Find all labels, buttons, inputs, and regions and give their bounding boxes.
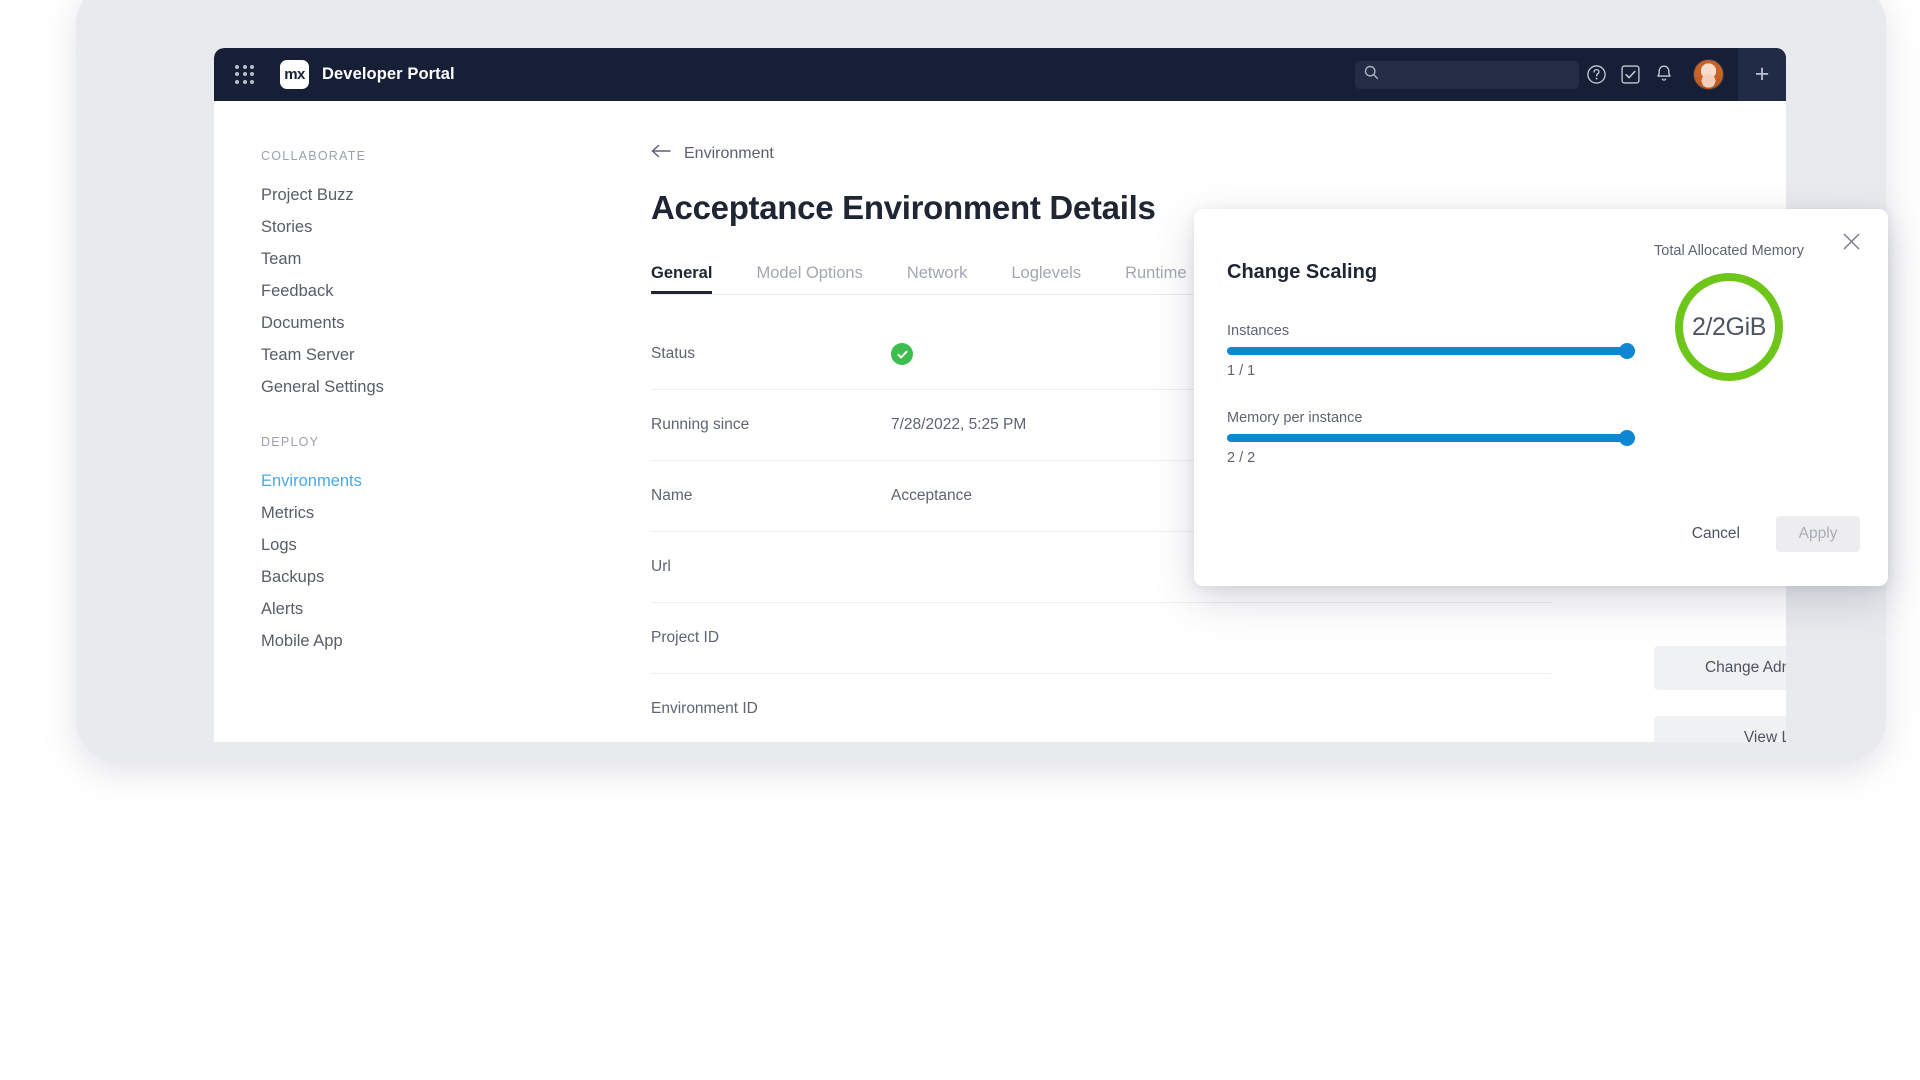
sidebar-item-logs[interactable]: Logs xyxy=(214,529,464,561)
total-allocated-memory-panel: Total Allocated Memory 2/2GiB xyxy=(1614,243,1844,381)
tab-model-options[interactable]: Model Options xyxy=(756,264,862,294)
sidebar-item-team-server[interactable]: Team Server xyxy=(214,339,464,371)
back-arrow-icon xyxy=(651,144,671,163)
topbar-actions: + xyxy=(1355,48,1786,101)
instances-slider-label: Instances xyxy=(1227,323,1290,339)
sidebar-item-documents[interactable]: Documents xyxy=(214,307,464,339)
table-row: Environment ID xyxy=(651,674,1551,742)
sidebar-item-backups[interactable]: Backups xyxy=(214,561,464,593)
search-box[interactable] xyxy=(1355,60,1579,89)
mendix-logo-icon: mx xyxy=(280,60,309,89)
dialog-title: Change Scaling xyxy=(1227,261,1378,283)
help-icon[interactable] xyxy=(1579,58,1613,92)
status-ok-icon xyxy=(891,343,913,365)
side-action-buttons: Change Admin Password View Live Log xyxy=(1654,646,1786,742)
sidebar-item-general-settings[interactable]: General Settings xyxy=(214,371,464,403)
breadcrumb-label: Environment xyxy=(684,144,774,162)
detail-label-status: Status xyxy=(651,345,695,362)
brand[interactable]: mx Developer Portal xyxy=(280,60,455,89)
detail-label-url: Url xyxy=(651,558,671,575)
user-avatar[interactable] xyxy=(1693,59,1724,90)
notifications-bell-icon[interactable] xyxy=(1647,58,1681,92)
memory-slider-label: Memory per instance xyxy=(1227,410,1363,426)
sidebar-item-project-buzz[interactable]: Project Buzz xyxy=(214,179,464,211)
tasks-checkbox-icon[interactable] xyxy=(1613,58,1647,92)
top-navigation-bar: mx Developer Portal + xyxy=(214,48,1786,101)
change-admin-password-button[interactable]: Change Admin Password xyxy=(1654,646,1786,690)
view-live-log-button[interactable]: View Live Log xyxy=(1654,716,1786,742)
memory-gauge-value: 2/2GiB xyxy=(1691,312,1767,341)
detail-value-name: Acceptance xyxy=(891,487,972,504)
tab-network[interactable]: Network xyxy=(907,264,968,294)
memory-slider-knob[interactable] xyxy=(1619,430,1635,446)
sidebar-item-environments[interactable]: Environments xyxy=(214,465,464,497)
sidebar-item-team[interactable]: Team xyxy=(214,243,464,275)
dialog-body: Instances 1 / 1 Memory per instance 2 / … xyxy=(1227,323,1635,497)
instances-slider-value: 1 / 1 xyxy=(1227,363,1256,379)
tab-runtime[interactable]: Runtime xyxy=(1125,264,1186,294)
sidebar-item-stories[interactable]: Stories xyxy=(214,211,464,243)
sidebar-item-metrics[interactable]: Metrics xyxy=(214,497,464,529)
detail-label-project-id: Project ID xyxy=(651,629,720,646)
tab-general[interactable]: General xyxy=(651,264,713,294)
memory-gauge-ring: 2/2GiB xyxy=(1675,273,1783,381)
instances-slider-group: Instances 1 / 1 xyxy=(1227,323,1635,379)
sidebar-item-alerts[interactable]: Alerts xyxy=(214,593,464,625)
dialog-footer: Cancel Apply xyxy=(1692,516,1860,552)
instances-slider[interactable] xyxy=(1227,343,1635,359)
sidebar-item-feedback[interactable]: Feedback xyxy=(214,275,464,307)
apply-button[interactable]: Apply xyxy=(1776,516,1860,552)
app-grid-icon[interactable] xyxy=(232,62,258,88)
detail-value-status xyxy=(891,343,913,365)
breadcrumb[interactable]: Environment xyxy=(651,144,1786,163)
detail-value-running-since: 7/28/2022, 5:25 PM xyxy=(891,416,1027,433)
tab-loglevels[interactable]: Loglevels xyxy=(1011,264,1081,294)
detail-label-environment-id: Environment ID xyxy=(651,700,758,717)
memory-slider-group: Memory per instance 2 / 2 xyxy=(1227,410,1635,466)
detail-label-name: Name xyxy=(651,487,693,504)
sidebar: COLLABORATE Project Buzz Stories Team Fe… xyxy=(214,101,464,657)
sidebar-section-title-collaborate: COLLABORATE xyxy=(261,149,367,163)
add-button[interactable]: + xyxy=(1738,48,1786,101)
brand-title: Developer Portal xyxy=(322,65,455,83)
search-input[interactable] xyxy=(1385,67,1560,82)
memory-slider-fill xyxy=(1227,434,1627,442)
instances-slider-fill xyxy=(1227,347,1627,355)
change-scaling-dialog: Change Scaling Instances 1 / 1 Memory pe… xyxy=(1194,209,1888,586)
search-icon xyxy=(1355,65,1379,85)
cancel-button[interactable]: Cancel xyxy=(1692,525,1740,543)
sidebar-item-mobile-app[interactable]: Mobile App xyxy=(214,625,464,657)
total-allocated-memory-label: Total Allocated Memory xyxy=(1654,243,1804,259)
sidebar-section-title-deploy: DEPLOY xyxy=(261,435,320,449)
detail-label-running-since: Running since xyxy=(651,416,750,433)
memory-slider[interactable] xyxy=(1227,430,1635,446)
memory-slider-value: 2 / 2 xyxy=(1227,450,1256,466)
table-row: Project ID xyxy=(651,603,1551,674)
browser-frame: mx Developer Portal + COLLABORATE Projec… xyxy=(76,0,1888,762)
sidebar-divider-space xyxy=(214,403,464,435)
